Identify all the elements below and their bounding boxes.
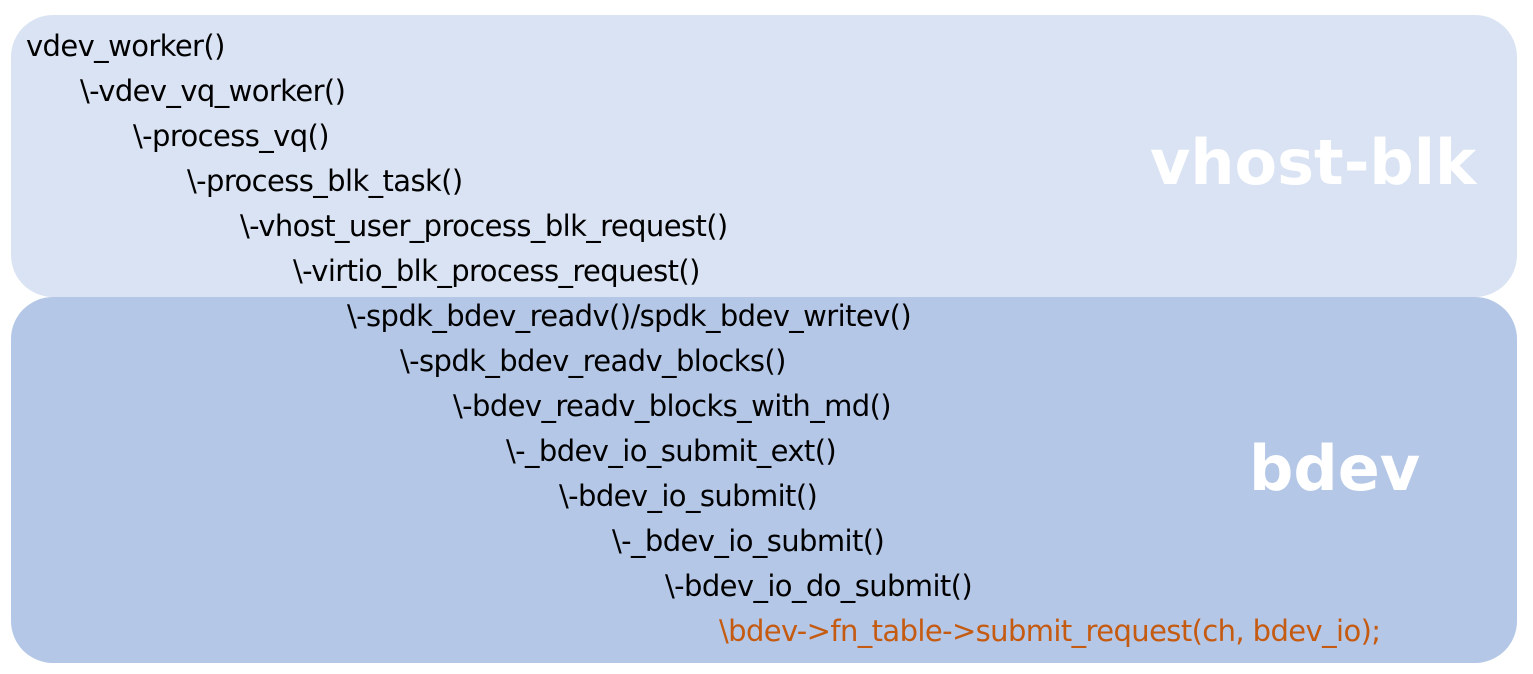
call-chain-line-2: \-process_vq() (133, 119, 330, 153)
call-chain-line-9: \-_bdev_io_submit_ext() (506, 434, 837, 468)
call-chain-line-1: \-vdev_vq_worker() (80, 74, 346, 108)
call-chain-line-13: \bdev->fn_table->submit_request(ch, bdev… (719, 614, 1381, 648)
call-chain-line-8: \-bdev_readv_blocks_with_md() (453, 389, 892, 423)
call-chain-line-0: vdev_worker() (26, 29, 225, 63)
call-chain-line-11: \-_bdev_io_submit() (612, 524, 885, 558)
call-chain-line-7: \-spdk_bdev_readv_blocks() (400, 344, 786, 378)
call-chain-line-10: \-bdev_io_submit() (559, 479, 818, 513)
vhost-blk-label: vhost-blk (1150, 126, 1477, 199)
call-chain-line-12: \-bdev_io_do_submit() (665, 569, 973, 603)
call-chain-line-3: \-process_blk_task() (187, 164, 463, 198)
call-chain-line-5: \-virtio_blk_process_request() (293, 254, 700, 288)
bdev-label: bdev (1249, 432, 1421, 505)
call-chain-line-4: \-vhost_user_process_blk_request() (240, 209, 728, 243)
call-chain-line-6: \-spdk_bdev_readv()/spdk_bdev_writev() (347, 299, 912, 333)
